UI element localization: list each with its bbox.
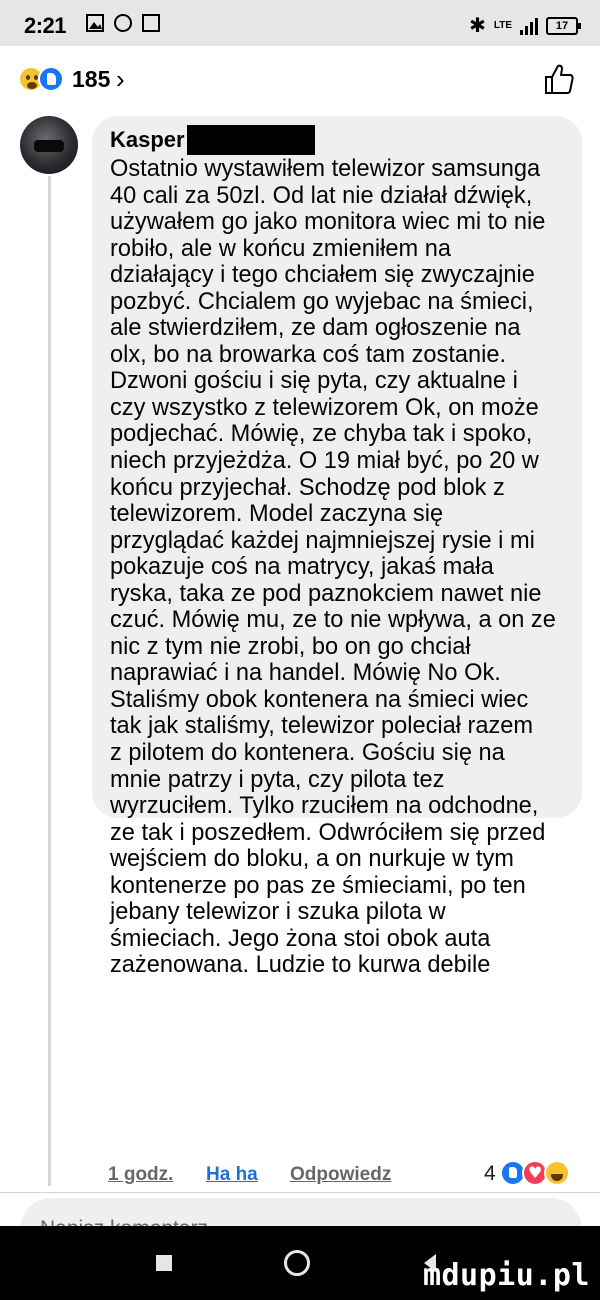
comment-line: ale stwierdziłem, ze dam ogłoszenie na: [110, 315, 521, 342]
status-time: 2:21: [24, 13, 67, 38]
comment-reaction-count[interactable]: 4: [484, 1162, 496, 1186]
author-row: Kasper: [110, 124, 564, 156]
comment-line: wejściem do bloku, a on nurkuje w tym: [110, 846, 514, 873]
comment-line: kontenerze po pas ze śmieciami, po ten: [110, 872, 526, 899]
comment-line: z pilotem do kontenera. Gościu się na: [110, 740, 505, 767]
comment-line: używałem go jako monitora wiec mi to nie: [110, 209, 546, 236]
comment-line: Staliśmy obok kontenera na śmieci wiec: [110, 686, 529, 713]
network-type: LTE: [493, 19, 512, 31]
like-outline-icon[interactable]: [542, 62, 576, 96]
comment-line: przyglądać każdej najmniejszej rysie i m…: [110, 527, 535, 554]
recents-button[interactable]: [156, 1255, 172, 1271]
home-button[interactable]: [284, 1250, 310, 1276]
comment-timestamp[interactable]: 1 godz.: [108, 1164, 173, 1186]
status-indicators: ✱ LTE 17: [469, 13, 581, 38]
comment-line: niech przyjeżdża. O 19 miał być, po 20 w: [110, 448, 539, 475]
comment-line: olx, bo na browarka coś tam zostanie.: [110, 341, 507, 368]
screenshot-notification-icon: [142, 14, 160, 32]
comment-line: czy wszystko z telewizorem Ok, on może: [110, 394, 539, 421]
comment-line: 40 cali za 50zl. Od lat nie działał dźwi…: [110, 182, 533, 209]
comment-line: pozbyć. Chcialem go wyjebac na śmieci,: [110, 288, 534, 315]
comment-line: pokazuje coś na matrycy, jakaś mała: [110, 554, 494, 581]
reactions-header[interactable]: 185 ›: [0, 46, 600, 112]
comment-bubble[interactable]: Kasper Ostatnio wystawiłem telewizor sam…: [92, 116, 582, 978]
signal-icon: [520, 17, 538, 35]
comment-line: wyrzuciłem. Tylko rzuciłem na odchodne,: [110, 793, 539, 820]
comment-line: końcu przyjechał. Schodzę pod blok z: [110, 474, 505, 501]
comment-line: jebany telewizor i szuka pilota w: [110, 899, 446, 926]
haha-reaction-icon: [544, 1160, 570, 1186]
notification-icons: [86, 14, 160, 32]
battery-icon: 17: [546, 16, 581, 35]
avatar[interactable]: [20, 116, 78, 174]
comment-actions: 1 godz. Ha ha Odpowiedz 4: [108, 1158, 588, 1192]
like-reaction-icon: [38, 66, 64, 92]
comment-line: śmieciach. Jego żona stoi obok auta: [110, 925, 491, 952]
comment-line: mnie patrzy i pyta, czy pilota tez: [110, 766, 445, 793]
thread-line: [48, 176, 51, 1186]
comment-line: Ostatnio wystawiłem telewizor samsunga: [110, 156, 541, 182]
comment-text: Ostatnio wystawiłem telewizor samsunga 40…: [110, 156, 564, 979]
comment-line: naprawiać i na handel. Mówię No Ok.: [110, 660, 501, 687]
comment-author[interactable]: Kasper: [110, 127, 185, 153]
comment-line: podjechać. Mówię, ze chyba tak i spoko,: [110, 421, 533, 448]
redacted-name-bar: [186, 125, 315, 155]
chevron-right-icon: ›: [116, 64, 125, 94]
comment-line: Dzwoni gościu i się pyta, czy aktualne i: [110, 368, 518, 395]
messenger-notification-icon: [114, 14, 132, 32]
watermark: mdupiu.pl: [422, 1258, 590, 1293]
status-bar: 2:21 ✱ LTE 17: [0, 0, 600, 46]
reply-button[interactable]: Odpowiedz: [290, 1164, 391, 1186]
comment-line: ze tak i poszedłem. Odwróciłem się przed: [110, 819, 546, 846]
comment-line: telewizorem. Model zaczyna się: [110, 501, 444, 528]
comment-line: robiło, ale w końcu zmieniłem na: [110, 235, 451, 262]
haha-reaction-button[interactable]: Ha ha: [206, 1164, 258, 1186]
comment-line: czuć. Mówię mu, ze to nie wpływa, a on z…: [110, 607, 556, 634]
comment-line: nic z tym nie zrobi, bo on go chciał: [110, 633, 471, 660]
divider: [0, 1192, 600, 1193]
reaction-count: 185: [72, 66, 111, 92]
bluetooth-icon: ✱: [469, 15, 486, 37]
comment-line: działający i tego chciałem się zwyczajni…: [110, 262, 535, 289]
gallery-notification-icon: [86, 14, 104, 32]
comment-line: zażenowana. Ludzie to kurwa debile: [110, 952, 491, 979]
comment-line: ryska, taka ze pod paznokciem nawet nie: [110, 580, 542, 607]
comment-line: tak jak staliśmy, telewizor poleciał raz…: [110, 713, 534, 740]
